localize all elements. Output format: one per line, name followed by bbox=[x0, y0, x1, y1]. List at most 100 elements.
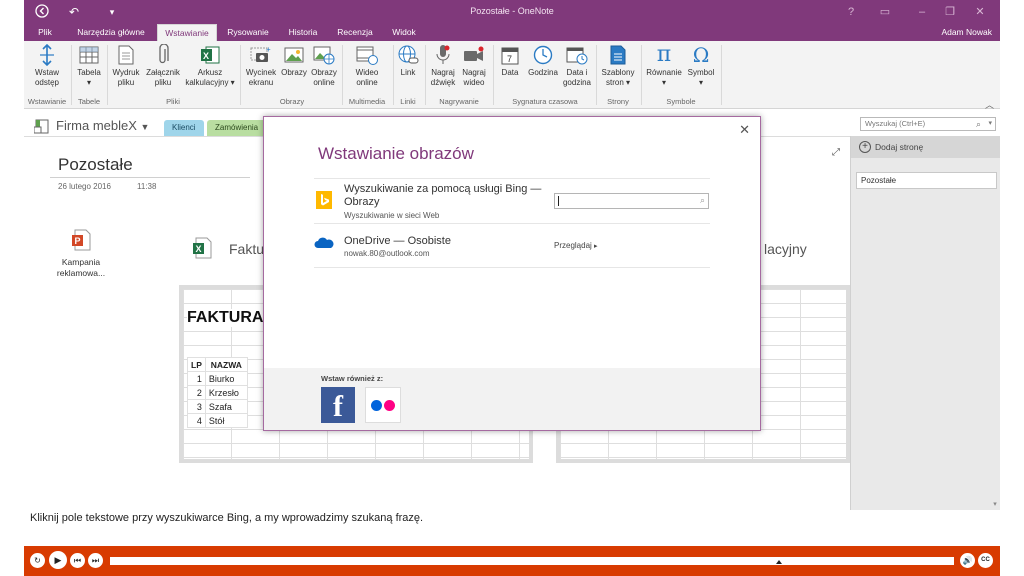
file-printout-label-1: Wydruk bbox=[112, 68, 140, 77]
section-tab-klienci[interactable]: Klienci bbox=[164, 120, 204, 136]
online-video-label-2: online bbox=[356, 78, 378, 87]
insert-space-button[interactable]: Wstaw odstęp bbox=[30, 44, 64, 88]
minimize-icon[interactable]: – bbox=[912, 4, 932, 20]
table-header-row: LP NAZWA bbox=[187, 357, 248, 372]
closed-captions-icon[interactable]: CC bbox=[978, 553, 993, 568]
previous-icon[interactable]: ⏮ bbox=[70, 553, 85, 568]
pi-icon: π bbox=[656, 42, 672, 67]
time-label: Godzina bbox=[528, 68, 558, 77]
notebook-dropdown-icon[interactable]: ▼ bbox=[141, 122, 150, 132]
insert-pictures-dialog: ✕ Wstawianie obrazów Wyszukiwanie za pom… bbox=[263, 116, 761, 431]
svg-text:+: + bbox=[266, 46, 271, 54]
cell-lp: 3 bbox=[187, 399, 206, 414]
group-label-wstawianie: Wstawianie bbox=[27, 97, 67, 106]
tab-plik[interactable]: Plik bbox=[30, 24, 60, 41]
group-separator bbox=[107, 45, 108, 105]
screen-clipping-button[interactable]: + Wycinek ekranu bbox=[242, 44, 280, 88]
online-pictures-button[interactable]: Obrazy online bbox=[309, 44, 339, 88]
notebook-name[interactable]: Firma mebleX ▼ bbox=[56, 118, 149, 133]
group-separator bbox=[721, 45, 722, 105]
search-input[interactable]: Wyszukaj (Ctrl+E) ⌕ ▾ bbox=[860, 117, 996, 131]
spreadsheet-label-2: kalkulacyjny ▾ bbox=[185, 78, 235, 87]
record-audio-button[interactable]: Nagraj dźwięk bbox=[428, 44, 458, 88]
file-attachment-label-1: Załącznik bbox=[146, 68, 180, 77]
page-list-item[interactable]: Pozostałe bbox=[856, 172, 997, 189]
bing-search-title-1: Wyszukiwanie za pomocą usługi Bing — bbox=[344, 183, 542, 195]
tab-historia[interactable]: Historia bbox=[283, 24, 323, 41]
page-title[interactable]: Pozostałe bbox=[58, 155, 133, 175]
scroll-down-icon[interactable]: ▾ bbox=[990, 500, 1000, 510]
search-icon[interactable]: ⌕ bbox=[976, 118, 981, 130]
expand-icon[interactable]: ⤢ bbox=[832, 147, 840, 158]
embedded-file-label-kalkulacyjny[interactable]: lacyjny bbox=[764, 241, 807, 257]
svg-text:7: 7 bbox=[507, 54, 512, 64]
search-icon[interactable]: ⌕ bbox=[700, 195, 705, 206]
pictures-button[interactable]: Obrazy bbox=[280, 44, 308, 78]
facebook-icon[interactable]: f bbox=[321, 387, 355, 423]
file-attachment-button[interactable]: Załącznik pliku bbox=[143, 44, 183, 88]
section-tab-zamowienia[interactable]: Zamówienia bbox=[207, 120, 267, 136]
progress-scrubber[interactable] bbox=[776, 560, 782, 564]
chevron-right-icon: ▸ bbox=[594, 243, 598, 250]
attachment-kampania[interactable]: P Kampania reklamowa... bbox=[54, 229, 108, 279]
time-button[interactable]: Godzina bbox=[526, 44, 560, 78]
play-icon[interactable]: ▶ bbox=[49, 551, 67, 569]
date-button[interactable]: 7 Data bbox=[497, 44, 523, 78]
volume-icon[interactable]: 🔊 bbox=[960, 553, 975, 568]
add-page-label: Dodaj stronę bbox=[875, 142, 924, 152]
equation-button[interactable]: π Równanie ▾ bbox=[643, 44, 685, 88]
svg-text:X: X bbox=[203, 51, 209, 61]
notebook-icon[interactable] bbox=[33, 119, 50, 134]
svg-text:P: P bbox=[75, 236, 81, 246]
tab-widok[interactable]: Widok bbox=[386, 24, 422, 41]
progress-track[interactable] bbox=[110, 557, 954, 565]
collapse-ribbon-icon[interactable]: ︿ bbox=[985, 98, 994, 111]
cell-nazwa: Stół bbox=[204, 413, 248, 428]
excel-icon: X bbox=[199, 44, 221, 66]
add-page-button[interactable]: + Dodaj stronę bbox=[851, 136, 1000, 158]
table-dropdown-icon: ▾ bbox=[86, 78, 91, 87]
next-icon[interactable]: ⏭ bbox=[88, 553, 103, 568]
link-label: Link bbox=[400, 68, 416, 77]
record-video-button[interactable]: Nagraj wideo bbox=[459, 44, 489, 88]
tab-wstawianie[interactable]: Wstawianie bbox=[157, 24, 217, 41]
tab-recenzja[interactable]: Recenzja bbox=[334, 24, 376, 41]
spreadsheet-button[interactable]: X Arkusz kalkulacyjny ▾ bbox=[184, 44, 236, 88]
group-label-nagrywanie: Nagrywanie bbox=[439, 97, 479, 106]
online-pictures-label-1: Obrazy bbox=[311, 68, 337, 77]
replay-icon[interactable]: ↻ bbox=[30, 553, 45, 568]
calendar-clock-icon bbox=[566, 44, 588, 66]
date-time-button[interactable]: Data i godzina bbox=[561, 44, 593, 88]
flickr-icon[interactable] bbox=[365, 387, 401, 423]
symbol-button[interactable]: Ω Symbol ▾ bbox=[685, 44, 717, 88]
group-separator bbox=[641, 45, 642, 105]
insert-space-label-1: Wstaw bbox=[35, 68, 59, 77]
tab-rysowanie[interactable]: Rysowanie bbox=[223, 24, 273, 41]
online-video-button[interactable]: Wideo online bbox=[346, 44, 388, 88]
table-row: 3 Szafa bbox=[187, 399, 248, 414]
page-templates-label-2: stron ▾ bbox=[605, 78, 631, 87]
maximize-icon[interactable]: ❐ bbox=[940, 4, 960, 20]
calendar-icon: 7 bbox=[499, 44, 521, 66]
excel-file-icon[interactable]: X bbox=[192, 237, 212, 261]
equation-label: Równanie bbox=[646, 68, 682, 77]
page-templates-button[interactable]: Szablony stron ▾ bbox=[599, 44, 637, 88]
help-icon[interactable]: ? bbox=[841, 4, 861, 20]
file-attachment-label-2: pliku bbox=[154, 78, 172, 87]
ribbon-display-icon[interactable]: ▭ bbox=[875, 4, 895, 20]
file-printout-button[interactable]: Wydruk pliku bbox=[110, 44, 142, 88]
pages-panel: + Dodaj stronę Pozostałe ▾ bbox=[850, 136, 1000, 510]
link-button[interactable]: Link bbox=[396, 44, 420, 78]
close-window-icon[interactable]: ✕ bbox=[970, 4, 990, 20]
search-scope-dropdown-icon[interactable]: ▾ bbox=[988, 118, 992, 130]
dialog-close-icon[interactable]: ✕ bbox=[739, 122, 750, 138]
symbol-label: Symbol bbox=[687, 68, 715, 77]
onenote-window: ↶ ▾ Pozostałe - OneNote ? ▭ – ❐ ✕ Plik N… bbox=[24, 0, 1000, 546]
record-video-label-2: wideo bbox=[463, 78, 485, 87]
tab-narzedzia-glowne[interactable]: Narzędzia główne bbox=[72, 24, 150, 41]
bing-search-input[interactable]: ⌕ bbox=[554, 193, 709, 209]
browse-link[interactable]: Przeglądaj ▸ bbox=[554, 241, 598, 250]
user-name[interactable]: Adam Nowak bbox=[941, 24, 992, 41]
embedded-file-label-faktura[interactable]: Faktu bbox=[229, 241, 264, 257]
table-button[interactable]: Tabela ▾ bbox=[74, 44, 104, 88]
